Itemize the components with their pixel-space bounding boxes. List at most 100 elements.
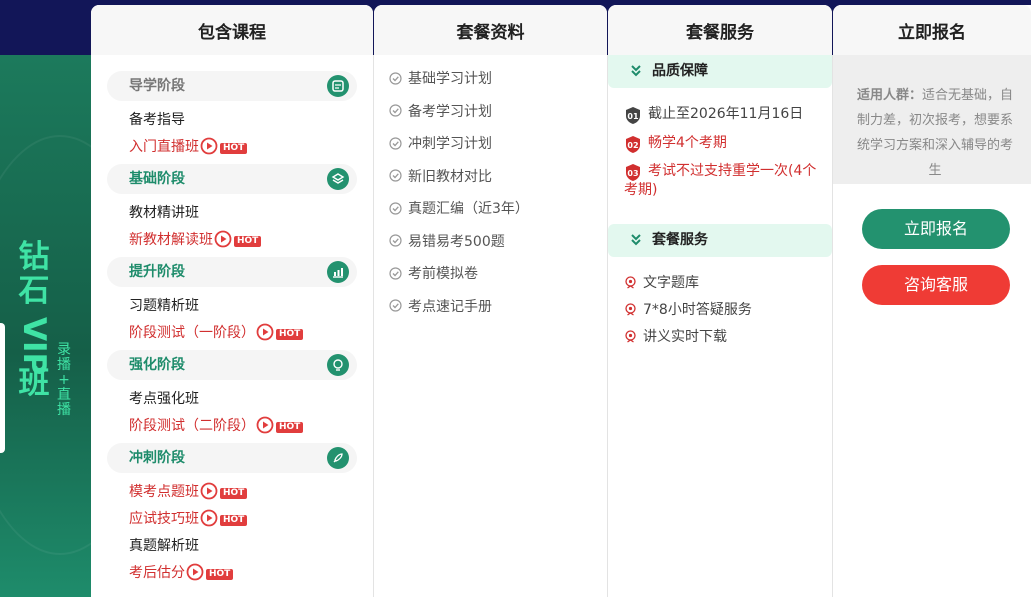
stage-header: 基础阶段: [107, 164, 357, 194]
shield-number-icon: 02: [626, 136, 640, 153]
quality-section-header: 品质保障: [608, 55, 832, 88]
material-label: 冲刺学习计划: [408, 136, 492, 152]
column-divider: [373, 55, 374, 597]
stage-header: 冲刺阶段: [107, 443, 357, 473]
stage-label: 强化阶段: [129, 357, 185, 373]
course-item-label: 真题解析班: [129, 538, 199, 554]
check-circle-icon: [389, 201, 402, 215]
course-item[interactable]: 模考点题班 HOT: [129, 482, 248, 502]
quality-text: 畅学4个考期: [648, 135, 727, 151]
hot-badge: HOT: [220, 142, 248, 154]
material-label: 易错易考500题: [408, 233, 505, 250]
course-item-label: 考点强化班: [129, 391, 199, 407]
check-circle-icon: [389, 136, 402, 150]
stage-badge: [327, 354, 349, 376]
quality-number: 03: [627, 169, 638, 178]
title-char: VIP: [16, 317, 52, 376]
material-item: 真题汇编（近3年）: [389, 199, 529, 219]
rocket-icon: [333, 453, 343, 463]
service-label: 文字题库: [643, 275, 699, 291]
check-circle-icon: [389, 169, 402, 182]
play-icon[interactable]: [200, 482, 218, 500]
stage-label: 冲刺阶段: [129, 450, 185, 466]
stage-label: 基础阶段: [129, 171, 185, 187]
material-label: 考点速记手册: [408, 298, 492, 315]
service-label: 讲义实时下载: [643, 329, 727, 345]
quality-text: 截止至2026年11月16日: [648, 106, 804, 122]
course-item: 教材精讲班: [129, 203, 199, 223]
play-icon[interactable]: [214, 230, 232, 248]
quality-item: 02 畅学4个考期: [624, 134, 824, 153]
badge-icon: [625, 275, 636, 288]
material-item: 新旧教材对比: [389, 167, 492, 187]
column-divider: [607, 55, 608, 597]
hot-badge: HOT: [276, 421, 304, 433]
course-banner: 钻 石 VIP 班 录 播 + 直 播: [0, 55, 91, 597]
course-item: 备考指导: [129, 110, 185, 130]
course-item[interactable]: 阶段测试（二阶段） HOT: [129, 416, 304, 436]
courses-column: 包含课程 导学阶段 备考指导 入门直播班 HOT 基础阶段 教材精讲班 新教材解读班 HOT 提…: [91, 5, 373, 597]
course-item[interactable]: 入门直播班 HOT: [129, 137, 248, 157]
layers-icon: [331, 173, 345, 184]
subtitle-char: 直: [57, 387, 71, 403]
stage-header: 提升阶段: [107, 257, 357, 287]
badge-icon: [625, 302, 636, 315]
play-icon[interactable]: [200, 137, 218, 155]
double-chevron-down-icon: [631, 234, 641, 246]
course-title: 钻 石 VIP 班: [14, 240, 54, 400]
course-item-label: 新教材解读班: [129, 232, 213, 248]
course-item[interactable]: 阶段测试（一阶段） HOT: [129, 323, 304, 343]
material-label: 考前模拟卷: [408, 266, 478, 282]
package-service-header: 套餐服务: [608, 224, 832, 257]
stage-header: 强化阶段: [107, 350, 357, 380]
materials-header: 套餐资料: [374, 5, 607, 55]
stage-badge: [327, 261, 349, 283]
course-item: 考点强化班: [129, 389, 199, 409]
course-item: 真题解析班: [129, 536, 199, 556]
play-icon[interactable]: [186, 563, 204, 581]
suitable-audience: 适用人群：适合无基础，自制力差，初次报考，想要系统学习方案和深入辅导的考生: [833, 55, 1031, 184]
enroll-column: 立即报名 适用人群：适合无基础，自制力差，初次报考，想要系统学习方案和深入辅导的…: [833, 5, 1031, 597]
course-item-label: 教材精讲班: [129, 205, 199, 221]
check-circle-icon: [389, 266, 402, 280]
course-item[interactable]: 考后估分 HOT: [129, 563, 234, 583]
play-icon[interactable]: [200, 509, 218, 527]
quality-title: 品质保障: [652, 63, 708, 79]
quality-item: 03 考试不过支持重学一次(4个考期): [624, 162, 824, 200]
check-circle-icon: [389, 104, 402, 117]
hot-badge: HOT: [206, 568, 234, 580]
course-item: 习题精析班: [129, 296, 199, 316]
course-subtitle: 录 播 + 直 播: [56, 343, 72, 418]
enroll-button[interactable]: 立即报名: [862, 209, 1010, 249]
service-item: 讲义实时下载: [624, 327, 727, 347]
stage-badge: [327, 75, 349, 97]
stage-header: 导学阶段: [107, 71, 357, 101]
service-item: 7*8小时答疑服务: [624, 300, 752, 320]
course-item[interactable]: 应试技巧班 HOT: [129, 509, 248, 529]
subtitle-char: 播: [57, 357, 71, 373]
quality-number: 02: [627, 141, 638, 150]
quality-number: 01: [627, 112, 639, 121]
check-circle-icon: [389, 299, 402, 312]
play-icon[interactable]: [256, 416, 274, 434]
material-item: 冲刺学习计划: [389, 134, 492, 154]
check-circle-icon: [389, 71, 402, 85]
play-icon[interactable]: [256, 323, 274, 341]
services-column: 套餐服务 品质保障 01 截止至2026年11月16日 02 畅学4个考期 03 考试不过…: [608, 5, 832, 597]
course-item-label: 入门直播班: [129, 139, 199, 155]
material-label: 备考学习计划: [408, 103, 492, 120]
services-header: 套餐服务: [608, 5, 832, 55]
quality-text: 考试不过支持重学一次(4个考期): [624, 163, 817, 198]
subtitle-char: +: [58, 372, 70, 388]
course-item[interactable]: 新教材解读班 HOT: [129, 230, 262, 250]
enroll-header: 立即报名: [833, 5, 1031, 55]
course-item-label: 阶段测试（一阶段）: [129, 325, 255, 341]
course-item-label: 应试技巧班: [129, 511, 199, 527]
consult-button[interactable]: 咨询客服: [862, 265, 1010, 305]
material-item: 考前模拟卷: [389, 264, 478, 284]
course-item-label: 考后估分: [129, 565, 185, 581]
suitable-label: 适用人群：: [856, 88, 922, 103]
hot-badge: HOT: [234, 235, 262, 247]
course-item-label: 备考指导: [129, 112, 185, 128]
shield-number-icon: 03: [626, 164, 640, 181]
